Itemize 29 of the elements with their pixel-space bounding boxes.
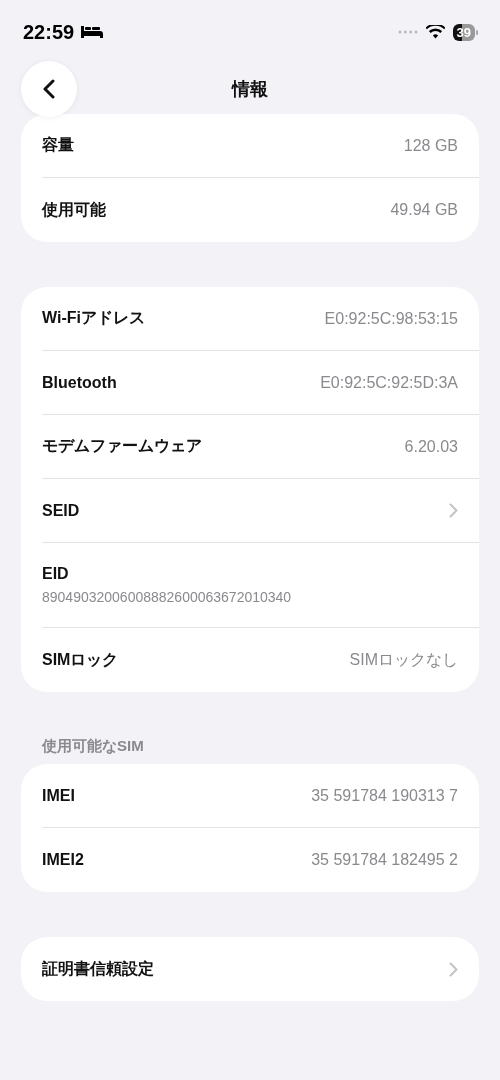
row-value: E0:92:5C:92:5D:3A bbox=[320, 373, 458, 392]
wifi-icon bbox=[425, 25, 445, 39]
row-value: 6.20.03 bbox=[404, 437, 458, 456]
row-value: SIMロックなし bbox=[349, 649, 458, 670]
page-title: 情報 bbox=[232, 79, 268, 99]
back-icon bbox=[43, 79, 55, 99]
section-header: 使用可能なSIM bbox=[40, 737, 145, 756]
settings-row[interactable]: 証明書信頼設定 bbox=[42, 937, 479, 1001]
row-label: IMEI2 bbox=[42, 851, 84, 869]
row-value: 89049032006008882600063672010340 bbox=[42, 589, 292, 605]
row-label: SIMロック bbox=[42, 649, 119, 670]
clock: 22:59 bbox=[23, 20, 75, 44]
chevron-icon bbox=[449, 503, 458, 518]
row-label: 使用可能 bbox=[42, 199, 106, 220]
settings-row[interactable]: SEID bbox=[42, 479, 479, 543]
row-label: EID bbox=[42, 565, 69, 583]
row-value: E0:92:5C:98:53:15 bbox=[324, 309, 458, 328]
bed-icon bbox=[80, 25, 105, 39]
cellular-icon bbox=[397, 30, 418, 34]
chevron-icon bbox=[449, 961, 458, 977]
row-value: 35 591784 190313 7 bbox=[311, 786, 458, 805]
row-label: Bluetooth bbox=[42, 373, 117, 392]
row-label: モデムファームウェア bbox=[42, 436, 202, 456]
row-label: Wi-Fiアドレス bbox=[42, 308, 145, 328]
row-label: IMEI bbox=[42, 786, 75, 805]
row-value: 128 GB bbox=[403, 136, 458, 155]
row-label: 容量 bbox=[42, 135, 74, 155]
row-value: 35 591784 182495 2 bbox=[311, 851, 458, 869]
row-value: 49.94 GB bbox=[390, 201, 458, 219]
